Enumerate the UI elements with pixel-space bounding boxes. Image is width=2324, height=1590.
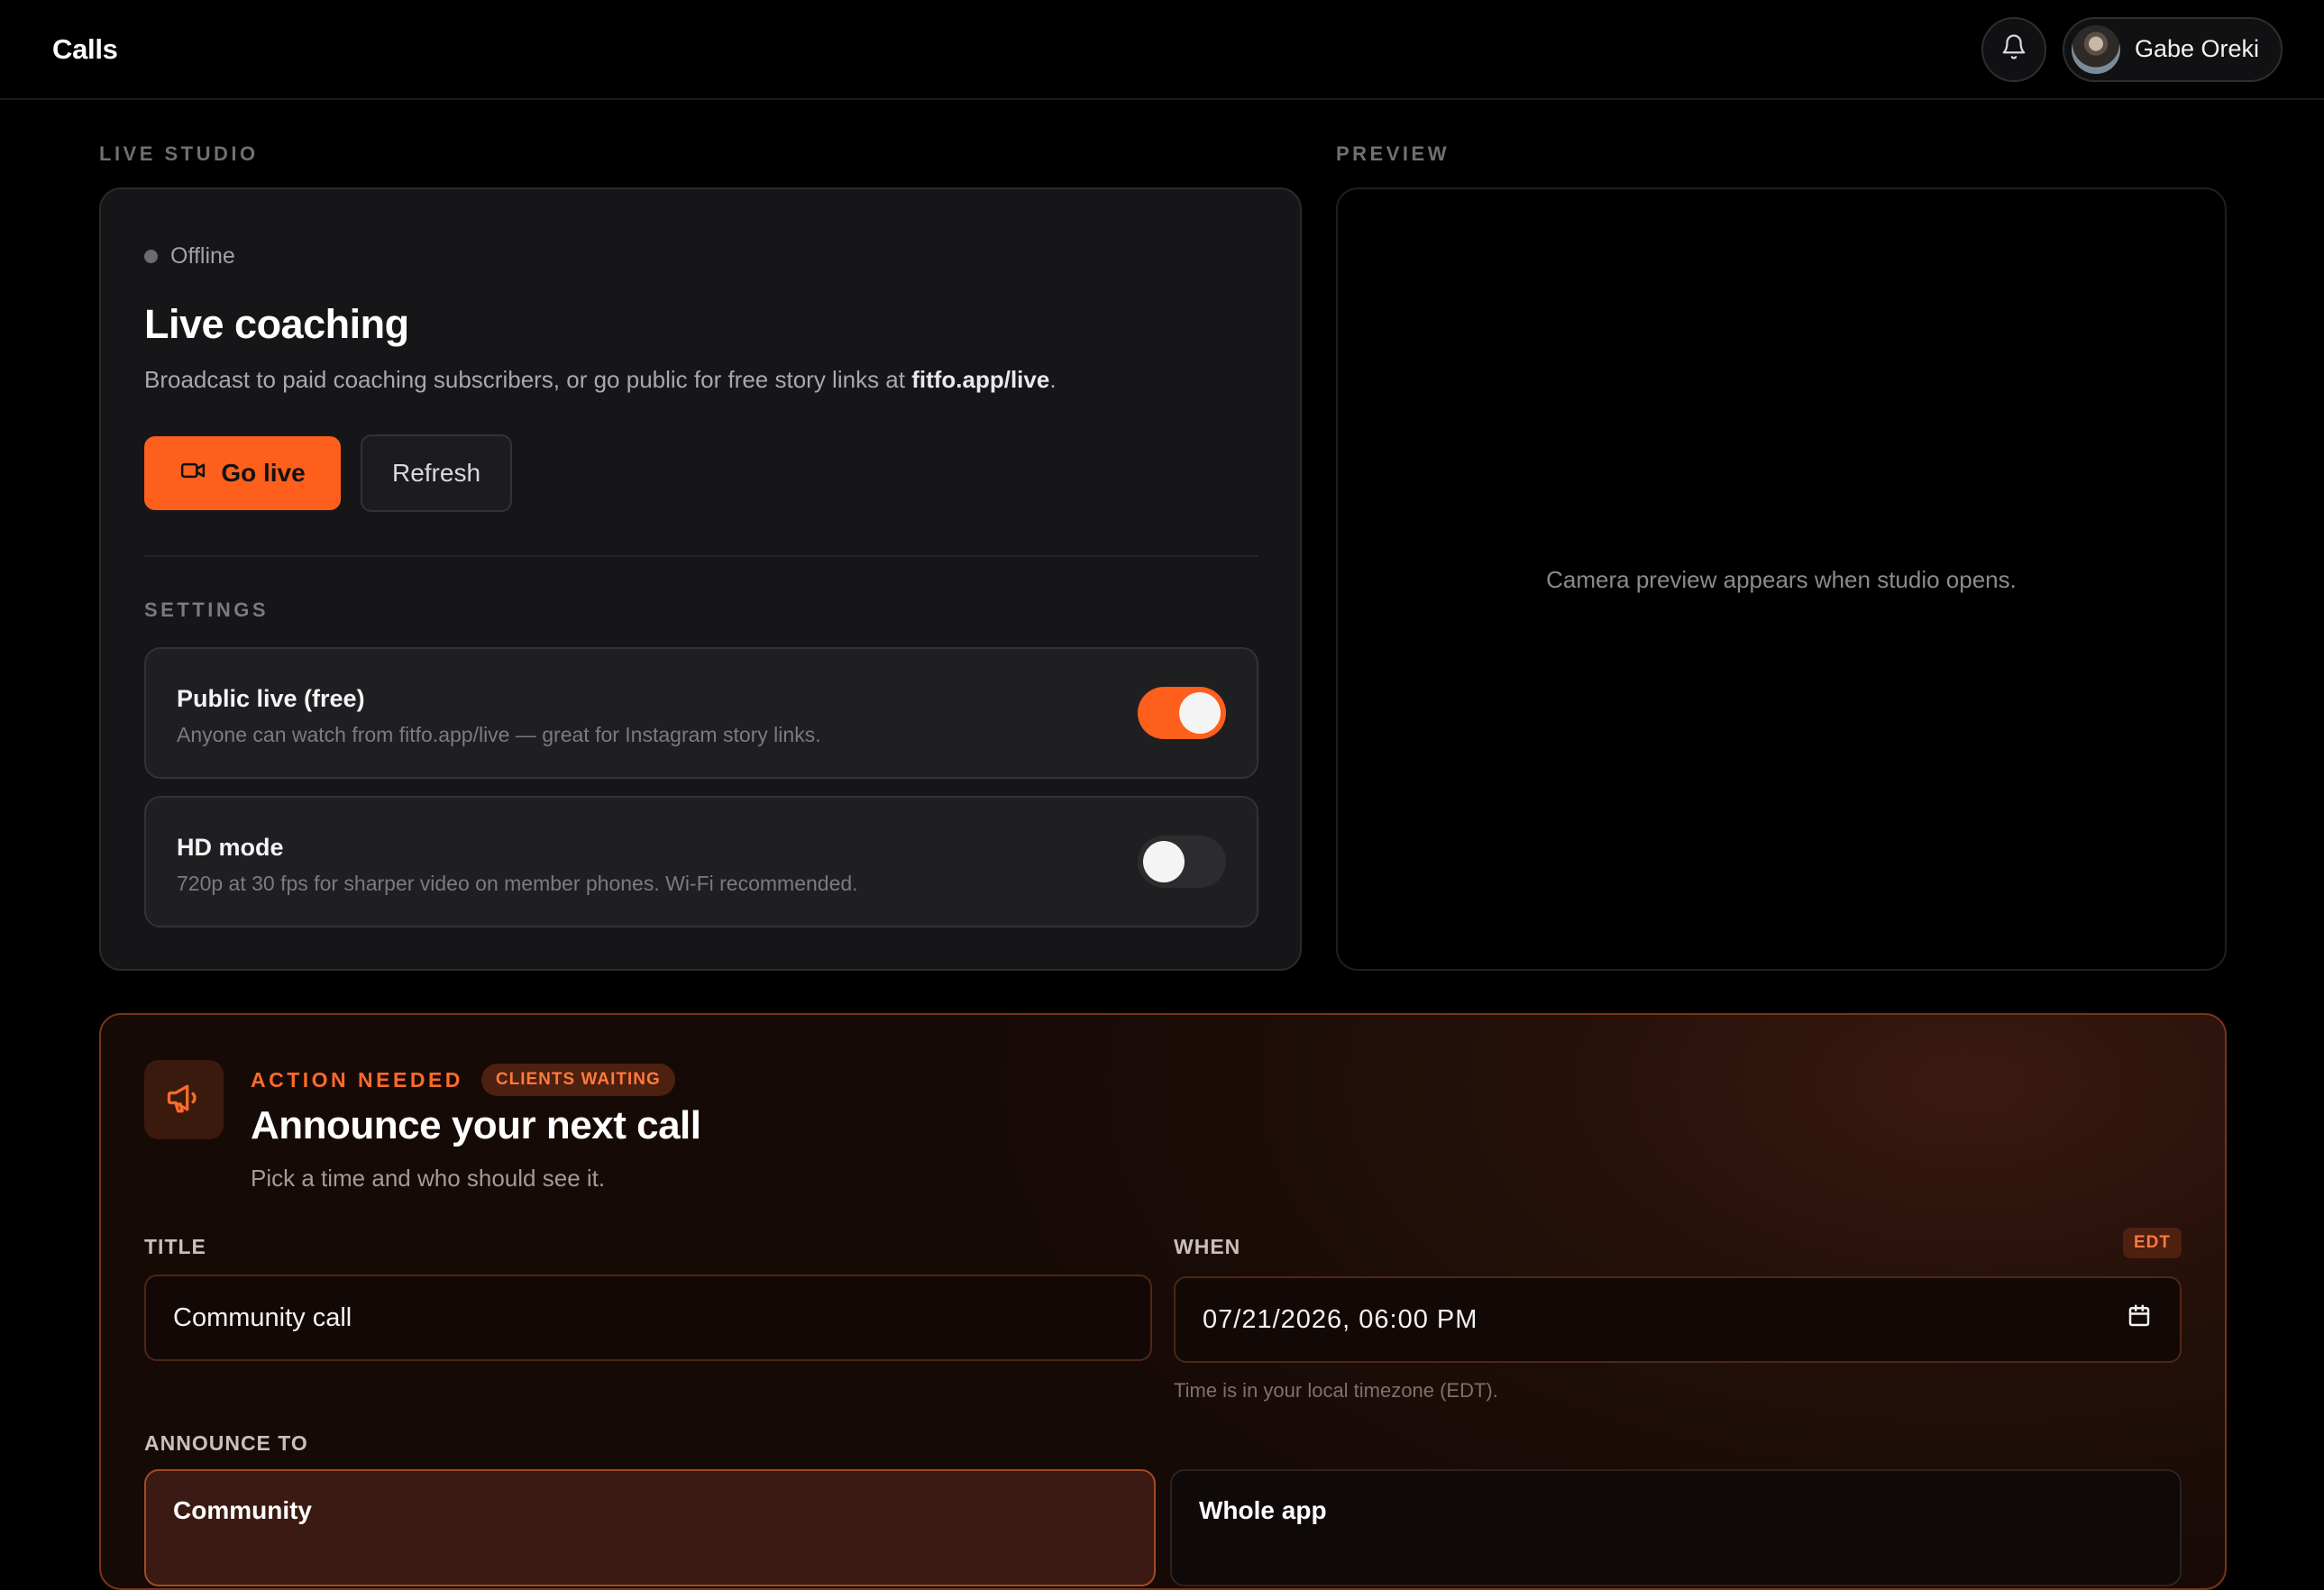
preview-label: PREVIEW (1336, 142, 1450, 165)
clients-waiting-badge: CLIENTS WAITING (480, 1064, 675, 1096)
title-field[interactable] (144, 1275, 1152, 1361)
preview-placeholder: Camera preview appears when studio opens… (1546, 566, 2017, 593)
bell-icon (2000, 33, 2027, 65)
announce-subtitle: Pick a time and who should see it. (251, 1165, 606, 1192)
setting-public-live: Public live (free) Anyone can watch from… (144, 647, 1258, 779)
settings-label: SETTINGS (144, 599, 270, 621)
when-field-label: WHEN (1174, 1235, 1241, 1258)
when-field[interactable]: 07/21/2026, 06:00 PM (1174, 1276, 2182, 1363)
setting-hd-mode: HD mode 720p at 30 fps for sharper video… (144, 796, 1258, 928)
megaphone-icon (164, 1078, 204, 1122)
live-title: Live coaching (144, 301, 409, 347)
refresh-button[interactable]: Refresh (361, 434, 512, 512)
toggle-knob (1143, 841, 1185, 882)
go-live-label: Go live (221, 459, 306, 487)
avatar (2071, 24, 2120, 74)
video-camera-icon (179, 457, 206, 490)
datetime-value: 07/21/2026, 06:00 PM (1203, 1304, 1478, 1334)
setting-description: Anyone can watch from fitfo.app/live — g… (177, 723, 821, 746)
calendar-icon[interactable] (2126, 1302, 2153, 1337)
audience-option-community[interactable]: Community (144, 1469, 1156, 1586)
audience-option-whole-app[interactable]: Whole app (1170, 1469, 2182, 1586)
title-field-label: TITLE (144, 1235, 206, 1258)
timezone-badge: EDT (2123, 1228, 2182, 1258)
status-indicator: Offline (144, 243, 235, 270)
live-studio-card: Offline Live coaching Broadcast to paid … (99, 187, 1302, 971)
megaphone-icon-box (144, 1060, 224, 1139)
description-text: Broadcast to paid coaching subscribers, … (144, 366, 912, 393)
page-title: Calls (52, 32, 118, 65)
announce-title: Announce your next call (251, 1103, 701, 1147)
option-label: Community (173, 1496, 312, 1524)
announce-to-label: ANNOUNCE TO (144, 1431, 308, 1455)
live-studio-label: LIVE STUDIO (99, 142, 259, 165)
hd-mode-toggle[interactable] (1138, 836, 1226, 888)
camera-preview: Camera preview appears when studio opens… (1336, 187, 2227, 971)
go-live-button[interactable]: Go live (144, 436, 341, 510)
action-needed-label: ACTION NEEDED (251, 1067, 463, 1092)
live-description: Broadcast to paid coaching subscribers, … (144, 366, 1057, 394)
description-suffix: . (1049, 366, 1057, 393)
option-label: Whole app (1199, 1496, 1327, 1524)
topbar-actions: Gabe Oreki (1981, 16, 2283, 82)
status-dot (144, 250, 158, 263)
user-menu-button[interactable]: Gabe Oreki (2062, 16, 2283, 82)
notifications-button[interactable] (1981, 16, 2046, 82)
title-input[interactable] (173, 1302, 1123, 1333)
top-bar: Calls Gabe Oreki (0, 0, 2324, 100)
status-text: Offline (170, 243, 235, 269)
announce-call-card: ACTION NEEDED CLIENTS WAITING Announce y… (99, 1013, 2227, 1590)
divider (144, 555, 1258, 557)
setting-title: HD mode (177, 834, 284, 861)
setting-description: 720p at 30 fps for sharper video on memb… (177, 872, 858, 895)
timezone-help: Time is in your local timezone (EDT). (1174, 1379, 1498, 1402)
public-live-toggle[interactable] (1138, 687, 1226, 739)
toggle-knob (1179, 692, 1221, 734)
announce-header: ACTION NEEDED CLIENTS WAITING (251, 1064, 675, 1096)
public-live-link: fitfo.app/live (911, 366, 1050, 393)
setting-title: Public live (free) (177, 685, 365, 712)
user-name: Gabe Oreki (2134, 35, 2259, 62)
